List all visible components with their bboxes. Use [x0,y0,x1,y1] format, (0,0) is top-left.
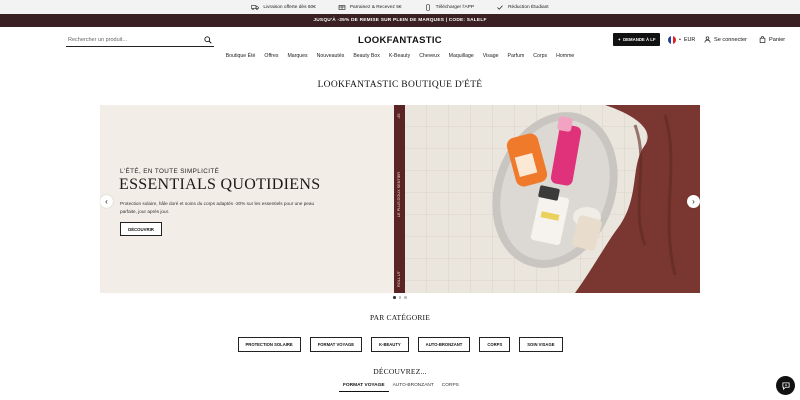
category-button-corps[interactable]: CORPS [479,337,511,352]
hero-banner[interactable]: L'ÉTÉ, EN TOUTE SIMPLICITÉ ESSENTIALS QU… [100,105,700,293]
carousel-dot[interactable] [404,296,407,299]
info-item-delivery[interactable]: Livraison offerte dès 60€ [251,4,316,11]
category-button-k-beauty[interactable]: K-BEAUTY [371,337,409,352]
carousel-dot[interactable] [393,296,396,299]
currency-label: EUR [683,37,696,43]
ask-lf-button[interactable]: ✦ DEMANDE À LF [613,33,660,46]
discover-section-title: DÉCOUVREZ... [373,367,427,376]
currency-separator: • [679,37,681,43]
search-bar [66,34,214,47]
account-link[interactable]: Se connecter [704,36,747,43]
discover-button[interactable]: DÉCOUVRIR [120,222,162,236]
sparkle-icon: ✦ [617,36,622,42]
nav-item-parfum[interactable]: Parfum [508,53,525,65]
strip-bottom-text: ROLL UT [397,271,401,287]
hero-title: ESSENTIALS QUOTIDIENS [119,176,321,193]
nav-item-offres[interactable]: Offres [264,53,278,65]
nav-item-nouveautes[interactable]: Nouveautés [317,53,345,65]
info-item-referral[interactable]: Parrainez & Recevez 5€ [338,4,402,11]
france-flag-icon [668,36,676,44]
info-bar: Livraison offerte dès 60€ Parrainez & Re… [0,0,800,14]
carousel-next-button[interactable]: › [687,195,700,208]
category-button-protection-solaire[interactable]: PROTECTION SOLAIRE [237,337,301,352]
category-button-format-voyage[interactable]: FORMAT VOYAGE [309,337,363,352]
chevron-right-icon: › [692,197,695,206]
tab-corps[interactable]: CORPS [438,381,463,392]
site-logo[interactable]: LOOKFANTASTIC [340,35,460,46]
category-button-auto-bronzant[interactable]: AUTO-BRONZANT [417,337,471,352]
category-buttons: PROTECTION SOLAIRE FORMAT VOYAGE K-BEAUT… [0,337,800,352]
ask-lf-label: DEMANDE À LF [623,37,656,42]
chat-assistant-button[interactable] [776,376,795,395]
discover-tabs: FORMAT VOYAGE AUTO-BRONZANT CORPS [339,381,463,392]
carousel-dot[interactable] [398,296,401,299]
nav-item-homme[interactable]: Homme [556,53,574,65]
category-button-soin-visage[interactable]: SOIN VISAGE [519,337,563,352]
hero-text-panel: L'ÉTÉ, EN TOUTE SIMPLICITÉ ESSENTIALS QU… [100,105,394,293]
hero-product-image [405,105,700,293]
promo-banner[interactable]: JUSQU'À -35% DE REMISE SUR PLEIN DE MARQ… [0,14,800,27]
carousel-prev-button[interactable]: ‹ [100,195,113,208]
nav-item-corps[interactable]: Corps [533,53,547,65]
info-item-label: Parrainez & Recevez 5€ [349,4,402,10]
carousel-dots [393,296,407,299]
chevron-left-icon: ‹ [105,197,108,206]
currency-selector[interactable]: • EUR [668,36,695,44]
hero-subtitle: L'ÉTÉ, EN TOUTE SIMPLICITÉ [120,168,220,175]
strip-top-text: -35 [397,113,401,120]
info-item-student[interactable]: Réduction Étudiant [496,4,549,11]
tab-auto-bronzant[interactable]: AUTO-BRONZANT [389,381,438,392]
check-icon [497,4,503,10]
nav-item-cheveux[interactable]: Cheveux [419,53,439,65]
main-nav: Boutique Été Offres Marques Nouveautés B… [0,53,800,65]
strip-middle-text: LE PLUS DOUX SENTIER [397,171,401,217]
header: LOOKFANTASTIC ✦ DEMANDE À LF • EUR Se co… [0,27,800,53]
hero-description: Protection solaire, hâle doré et soins d… [120,201,315,214]
nav-item-maquillage[interactable]: Maquillage [449,53,474,65]
category-section-title: PAR CATÉGORIE [369,313,431,322]
hero-vertical-strip: -35 LE PLUS DOUX SENTIER ROLL UT [394,105,405,293]
nav-item-visage[interactable]: Visage [483,53,499,65]
page-title: LOOKFANTASTIC BOUTIQUE D'ÉTÉ [317,80,483,90]
truck-icon [251,4,260,10]
user-icon [704,36,711,43]
phone-icon [425,3,430,11]
shopping-bag-icon [759,36,766,43]
search-icon[interactable] [204,36,212,44]
cart-label: Panier [769,36,786,43]
search-input[interactable] [66,37,186,43]
cart-link[interactable]: Panier [759,36,785,43]
promo-text: JUSQU'À -35% DE REMISE SUR PLEIN DE MARQ… [313,18,487,23]
info-item-app[interactable]: Télécharger l'APP [424,3,475,11]
info-item-label: Télécharger l'APP [435,4,475,10]
products-on-tray-illustration [405,105,700,293]
nav-item-beauty-box[interactable]: Beauty Box [353,53,380,65]
nav-item-k-beauty[interactable]: K-Beauty [389,53,410,65]
tab-format-voyage[interactable]: FORMAT VOYAGE [339,381,389,392]
info-item-label: Réduction Étudiant [508,4,549,10]
account-label: Se connecter [714,36,747,43]
gift-card-icon [338,4,346,10]
nav-item-boutique-ete[interactable]: Boutique Été [226,53,256,65]
info-item-label: Livraison offerte dès 60€ [263,4,316,10]
nav-item-marques[interactable]: Marques [287,53,307,65]
chat-sparkle-icon [781,381,790,390]
